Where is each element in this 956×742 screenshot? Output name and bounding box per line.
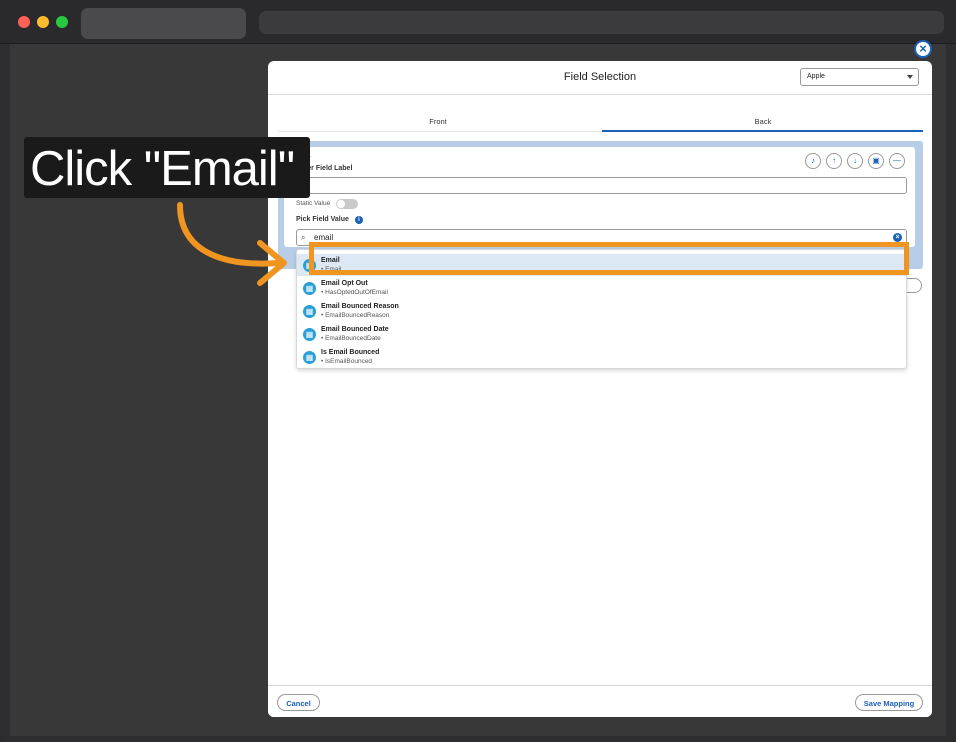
more-icon[interactable]: — [889,153,905,169]
dropdown-item-email-opt-out[interactable]: ▦ Email Opt Out • HasOptedOutOfEmail [297,277,906,299]
dropdown-item-api-name: • EmailBouncedReason [321,312,390,319]
arrow-up-icon[interactable]: ↑ [826,153,842,169]
field-icon: ▦ [303,328,316,341]
dropdown-item-email-bounced-reason[interactable]: ▦ Email Bounced Reason • EmailBouncedRea… [297,300,906,322]
dropdown-item-email-bounced-date[interactable]: ▦ Email Bounced Date • EmailBouncedDate [297,323,906,345]
object-select[interactable]: Apple [800,68,919,86]
field-label-input[interactable] [296,177,907,194]
pointer-arrow-icon [177,202,287,286]
dropdown-item-title: Email Bounced Date [321,326,389,333]
static-value-toggle[interactable] [336,199,358,209]
tab-front[interactable]: Front [278,117,598,126]
field-selection-modal: Field Selection Apple Front Back field-1… [268,61,932,717]
search-value: email [314,233,334,242]
tab-back[interactable]: Back [603,117,923,126]
object-select-value: Apple [807,73,825,80]
browser-tab[interactable] [81,8,246,39]
trash-icon[interactable]: ▣ [868,153,884,169]
clear-icon[interactable]: × [893,233,902,242]
instruction-callout: Click "Email" [24,137,310,198]
static-value-label: Static Value [296,200,331,207]
side-tabs: Front Back [278,113,923,132]
info-icon: i [355,216,363,224]
search-icon: ⌕ [301,233,306,242]
cancel-button[interactable]: Cancel [277,694,320,711]
arrow-down-icon[interactable]: ↓ [847,153,863,169]
field-icon: ▦ [303,351,316,364]
field-icon: ▦ [303,305,316,318]
dropdown-item-title: Email Bounced Reason [321,303,399,310]
address-bar[interactable] [259,11,944,34]
chevron-down-icon [907,75,913,79]
save-mapping-button[interactable]: Save Mapping [855,694,923,711]
active-tab-indicator [602,130,923,132]
dropdown-item-api-name: • EmailBouncedDate [321,335,381,342]
dropdown-item-title: Is Email Bounced [321,349,380,356]
dropdown-item-title: Email Opt Out [321,280,368,287]
modal-header: Field Selection Apple [268,61,932,95]
instruction-text: Click "Email" [30,142,295,196]
dropdown-item-api-name: • HasOptedOutOfEmail [321,289,388,296]
minimize-window-button[interactable] [37,16,49,28]
title-bar [0,0,956,44]
close-icon[interactable]: × [914,40,932,58]
dropdown-item-api-name: • IsEmailBounced [321,358,373,365]
dropdown-item-is-email-bounced[interactable]: ▦ Is Email Bounced • IsEmailBounced [297,346,906,368]
bell-icon[interactable]: ♪ [805,153,821,169]
modal-footer: Cancel Save Mapping [268,685,932,717]
pick-field-value-label: Pick Field Value [296,216,349,223]
highlight-box [309,242,909,275]
close-window-button[interactable] [18,16,30,28]
maximize-window-button[interactable] [56,16,68,28]
field-icon: ▦ [303,282,316,295]
